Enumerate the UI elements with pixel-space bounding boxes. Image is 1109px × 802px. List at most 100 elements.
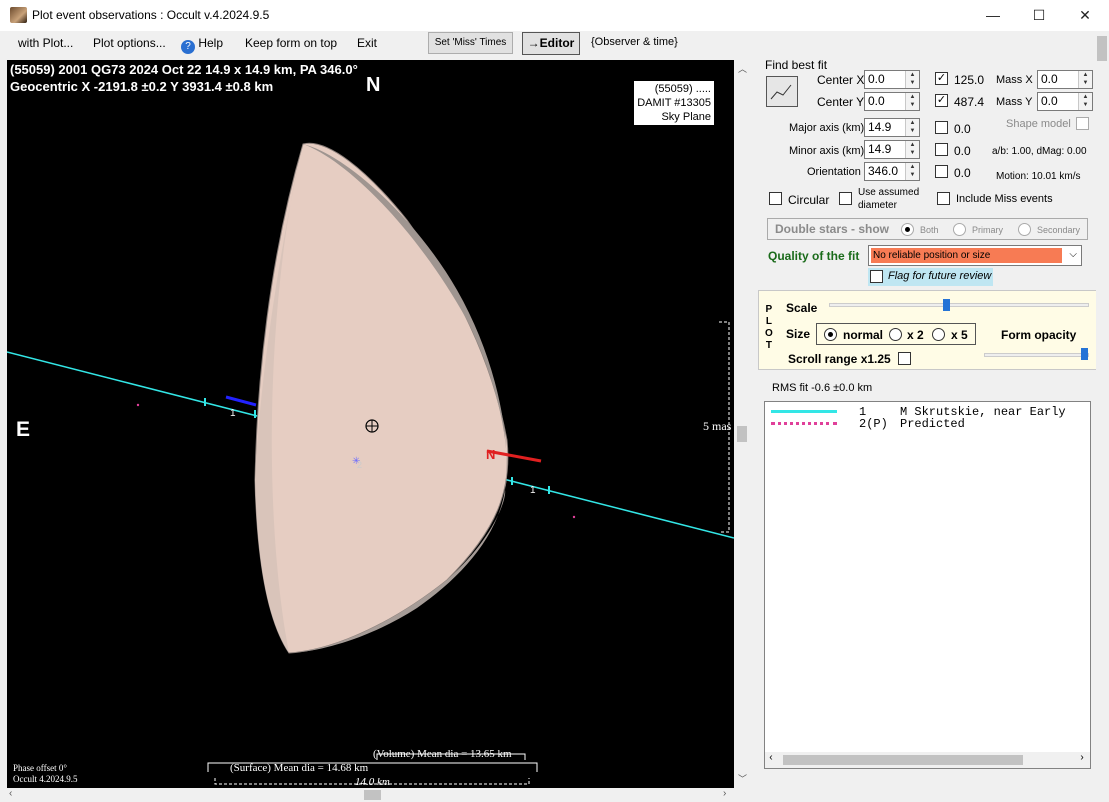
flag-review-checkbox[interactable] (870, 270, 883, 283)
major-axis-input[interactable]: 14.9 ▲ ▼ (864, 118, 920, 137)
occult-version-label: Occult 4.2024.9.5 (13, 774, 78, 784)
chart-icon (770, 84, 792, 100)
size-x2-label: x 2 (907, 328, 924, 342)
quality-label: Quality of the fit (768, 249, 860, 263)
menu-exit[interactable]: Exit (357, 36, 377, 50)
major-axis-fit-value: 0.0 (954, 122, 971, 136)
spin-arrows-icon[interactable]: ▲ ▼ (905, 141, 919, 158)
scroll-left-icon[interactable]: ‹ (768, 753, 774, 764)
menu-plot-options[interactable]: Plot options... (93, 36, 166, 50)
mass-x-input[interactable]: 0.0 ▲ ▼ (1037, 70, 1093, 89)
legend-horizontal-scrollbar[interactable]: ‹ › (765, 752, 1090, 768)
info-line-1: (55059) ..... (654, 83, 711, 95)
plot-header-line2: Geocentric X -2191.8 ±0.2 Y 3931.4 ±0.8 … (10, 79, 274, 94)
volume-diameter-label: (Volume) Mean dia = 13.65 km (373, 748, 512, 760)
spin-arrows-icon[interactable]: ▲ ▼ (905, 119, 919, 136)
plot-area[interactable]: ✳ (55059) 2001 QG73 2024 Oct 22 14.9 x 1… (7, 60, 734, 788)
secondary-radio[interactable] (1018, 223, 1031, 236)
window-scroll-thumb[interactable] (1097, 36, 1107, 61)
scroll-right-icon[interactable]: › (1079, 753, 1085, 764)
size-x2-radio[interactable] (889, 328, 902, 341)
major-axis-fit-checkbox[interactable] (935, 121, 948, 134)
include-miss-label: Include Miss events (956, 193, 1053, 205)
orientation-input[interactable]: 346.0 ▲ ▼ (864, 162, 920, 181)
horizontal-scroll-thumb[interactable] (364, 790, 381, 800)
center-y-fit-value: 487.4 (954, 95, 985, 109)
menu-with-plot[interactable]: with Plot... (18, 36, 73, 50)
orientation-fit-checkbox[interactable] (935, 165, 948, 178)
center-x-fit-checkbox[interactable]: ✓ (935, 72, 948, 85)
east-label: E (16, 418, 31, 441)
spin-arrows-icon[interactable]: ▲ ▼ (905, 93, 919, 110)
include-miss-checkbox[interactable] (937, 192, 950, 205)
spin-arrows-icon[interactable]: ▲ ▼ (905, 71, 919, 88)
editor-button[interactable]: →Editor (522, 32, 580, 55)
scroll-range-checkbox[interactable] (898, 352, 911, 365)
spin-arrows-icon[interactable]: ▲ ▼ (1078, 71, 1092, 88)
shape-model-checkbox[interactable] (1076, 117, 1089, 130)
plot-header-line1: (55059) 2001 QG73 2024 Oct 22 14.9 x 14.… (10, 62, 358, 77)
minor-axis-fit-value: 0.0 (954, 144, 971, 158)
both-label: Both (920, 225, 939, 235)
motion-label: Motion: 10.01 km/s (996, 171, 1081, 182)
flag-review-label: Flag for future review (888, 270, 992, 282)
title-bar: Plot event observations : Occult v.4.202… (0, 0, 1109, 31)
spin-arrows-icon[interactable]: ▲ ▼ (905, 163, 919, 180)
size-normal-radio[interactable] (824, 328, 837, 341)
vertical-scroll-thumb[interactable] (737, 426, 747, 442)
scroll-down-icon[interactable]: ﹀ (738, 772, 747, 785)
size-x5-radio[interactable] (932, 328, 945, 341)
plot-vertical-scrollbar[interactable]: ︿ ﹀ (734, 60, 750, 788)
rms-fit-label: RMS fit -0.6 ±0.0 km (772, 382, 873, 394)
phase-offset-label: Phase offset 0° (13, 763, 67, 773)
legend-line-chord (771, 410, 837, 413)
plot-settings-panel: PLOT Scale Size normal x 2 x 5 Form opac… (758, 290, 1097, 370)
center-y-fit-checkbox[interactable]: ✓ (935, 94, 948, 107)
scroll-up-icon[interactable]: ︿ (738, 62, 747, 75)
maximize-button[interactable]: ☐ (1016, 0, 1062, 31)
scale-slider[interactable] (829, 303, 1089, 307)
menu-help[interactable]: ? Help (181, 36, 223, 54)
legend-line-predicted (771, 422, 837, 425)
scroll-left-icon[interactable]: ‹ (9, 788, 12, 799)
mass-y-label: Mass Y (996, 96, 1033, 108)
circular-checkbox[interactable] (769, 192, 782, 205)
major-axis-value: 14.9 (868, 120, 892, 134)
double-stars-group: Double stars - show Both Primary Seconda… (767, 218, 1088, 240)
form-opacity-slider-thumb[interactable] (1081, 348, 1088, 360)
minor-axis-input[interactable]: 14.9 ▲ ▼ (864, 140, 920, 159)
mass-y-input[interactable]: 0.0 ▲ ▼ (1037, 92, 1093, 111)
quality-select[interactable]: No reliable position or size ⌵ (868, 245, 1082, 266)
center-x-value: 0.0 (868, 72, 885, 86)
primary-radio[interactable] (953, 223, 966, 236)
help-label: Help (198, 36, 224, 50)
legend-scroll-thumb[interactable] (783, 755, 1023, 765)
scroll-right-icon[interactable]: › (723, 788, 726, 799)
set-miss-times-button[interactable]: Set 'Miss' Times (428, 32, 513, 54)
chord-label-left: 1 (230, 408, 236, 419)
minimize-button[interactable]: — (970, 0, 1016, 31)
spin-arrows-icon[interactable]: ▲ ▼ (1078, 93, 1092, 110)
center-y-value: 0.0 (868, 94, 885, 108)
size-normal-label: normal (843, 328, 884, 342)
scale-slider-thumb[interactable] (943, 299, 950, 311)
center-x-input[interactable]: 0.0 ▲ ▼ (864, 70, 920, 89)
minor-axis-fit-checkbox[interactable] (935, 143, 948, 156)
use-assumed-diameter-checkbox[interactable] (839, 192, 852, 205)
window-vertical-scrollbar[interactable] (1096, 31, 1109, 802)
center-y-input[interactable]: 0.0 ▲ ▼ (864, 92, 920, 111)
menu-keep-on-top[interactable]: Keep form on top (245, 36, 337, 50)
close-button[interactable]: ✕ (1062, 0, 1108, 31)
orientation-label: Orientation (807, 166, 861, 178)
double-stars-label: Double stars - show (775, 222, 890, 236)
surface-diameter-label: (Surface) Mean dia = 14.68 km (230, 762, 369, 774)
shape-model-label: Shape model (1006, 118, 1071, 130)
center-y-label: Center Y (817, 95, 865, 109)
form-opacity-slider[interactable] (984, 353, 1089, 357)
center-x-fit-value: 125.0 (954, 73, 985, 87)
observer-legend-list[interactable]: 1 M Skrutskie, near Early 2(P) Predicted… (764, 401, 1091, 769)
observer-time-label[interactable]: {Observer & time} (591, 36, 678, 48)
find-best-fit-button[interactable] (766, 76, 798, 107)
plot-horizontal-scrollbar[interactable]: ‹ › (7, 788, 734, 802)
both-radio[interactable] (901, 223, 914, 236)
